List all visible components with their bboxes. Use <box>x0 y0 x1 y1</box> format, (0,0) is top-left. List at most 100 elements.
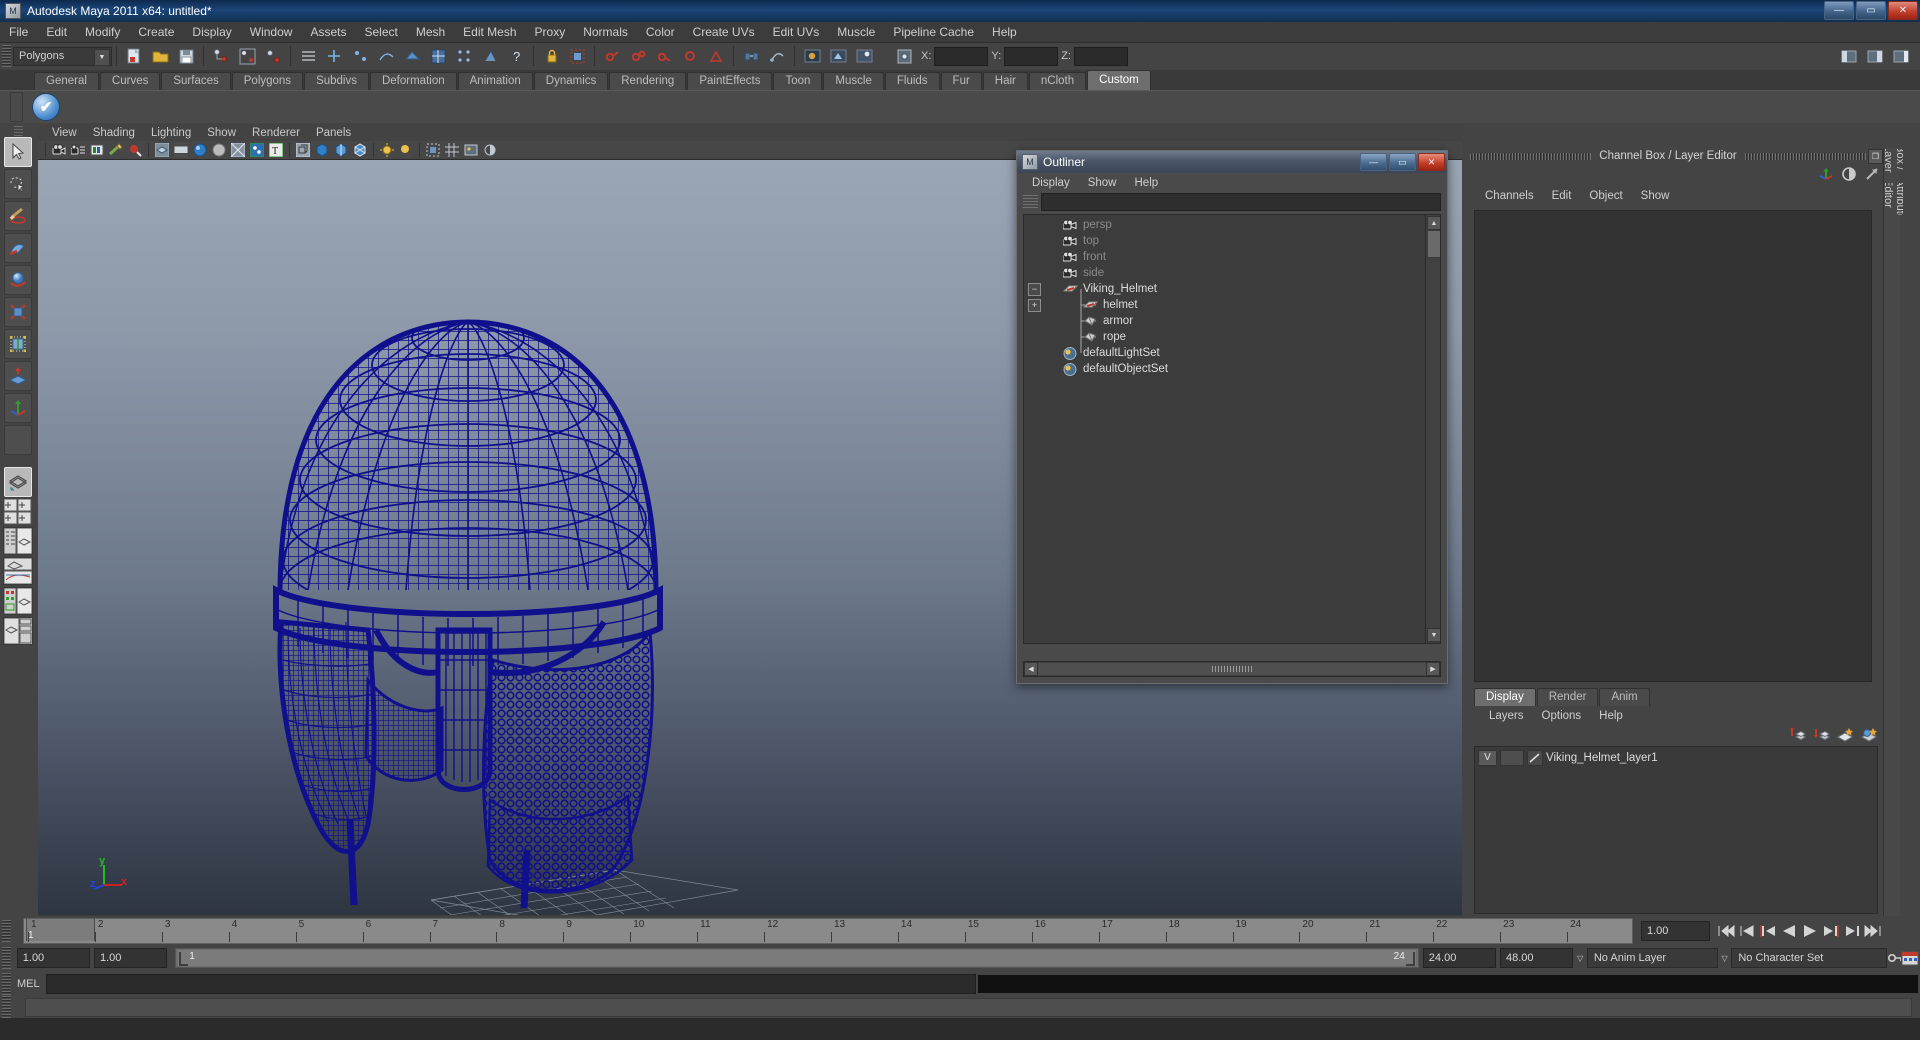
component-mask-pivot-icon[interactable] <box>426 44 450 68</box>
viewport-menu-view[interactable]: View <box>44 126 85 140</box>
range-slider[interactable]: 1 24 <box>175 948 1419 968</box>
viewport-menu-renderer[interactable]: Renderer <box>244 126 308 140</box>
layer-tab-display[interactable]: Display <box>1474 688 1536 706</box>
channel-box-menu-channels[interactable]: Channels <box>1476 189 1543 203</box>
minimize-icon[interactable]: — <box>1824 1 1854 20</box>
play-backwards-icon[interactable] <box>1779 922 1798 941</box>
command-response-field[interactable] <box>977 975 1918 993</box>
menu-window[interactable]: Window <box>241 23 302 41</box>
range-right-handle[interactable] <box>1405 952 1415 966</box>
z-input[interactable] <box>1073 46 1128 66</box>
channel-box-menu-object[interactable]: Object <box>1580 189 1631 203</box>
shelf-tab-general[interactable]: General <box>34 72 99 90</box>
move-layer-up-icon[interactable] <box>1789 726 1806 745</box>
lock-selection-icon[interactable] <box>539 44 563 68</box>
go-to-end-icon[interactable] <box>1863 922 1882 941</box>
menu-select[interactable]: Select <box>355 23 406 41</box>
menu-set-selector[interactable]: Polygons ▼ <box>13 46 112 66</box>
outliner-menu-display[interactable]: Display <box>1023 176 1079 190</box>
show-hide-channel-box-icon[interactable] <box>1889 44 1913 68</box>
panel-grip-right[interactable] <box>1744 152 1867 160</box>
shelf-tab-animation[interactable]: Animation <box>457 72 533 90</box>
camera-icon[interactable] <box>50 141 68 159</box>
time-slider[interactable]: 1 1 2 3 4 5 6 7 8 9 10 11 12 13 14 15 16 17 18 19 20 21 22 23 2… <box>23 918 1633 944</box>
layer-tab-render[interactable]: Render <box>1536 688 1599 706</box>
scroll-up-icon[interactable]: ▲ <box>1427 216 1440 230</box>
grid-toggle-icon[interactable] <box>443 141 461 159</box>
shelf-tab-deformation[interactable]: Deformation <box>369 72 457 90</box>
outliner-row-persp[interactable]: persp <box>1024 217 1426 233</box>
empty-tool-slot[interactable] <box>4 425 32 455</box>
persp-graph-layout-icon[interactable] <box>3 557 33 585</box>
shelf-button-custom[interactable]: ✔ <box>31 92 61 122</box>
shelf-tab-subdivs[interactable]: Subdivs <box>304 72 369 90</box>
move-tool-icon[interactable] <box>4 233 32 263</box>
range-row-grip[interactable] <box>2 947 11 969</box>
outliner-row-front[interactable]: front <box>1024 249 1426 265</box>
time-slider-grip[interactable] <box>2 920 11 942</box>
lighting-toggle-icon[interactable] <box>378 141 396 159</box>
outliner-tree-body[interactable]: persp top front side − Viking_Helmet + h… <box>1023 214 1441 644</box>
step-back-frame-icon[interactable] <box>1758 922 1777 941</box>
shelf-tab-hair[interactable]: Hair <box>982 72 1028 90</box>
shelf-tab-fluids[interactable]: Fluids <box>884 72 940 90</box>
menu-edit-uvs[interactable]: Edit UVs <box>764 23 829 41</box>
step-forward-frame-icon[interactable] <box>1821 922 1840 941</box>
step-forward-key-icon[interactable] <box>1842 922 1861 941</box>
half-circle-icon[interactable] <box>1841 166 1857 185</box>
show-hide-attribute-editor-icon[interactable] <box>1863 44 1887 68</box>
component-mask-faces-icon[interactable] <box>374 44 398 68</box>
outliner-row-side[interactable]: side <box>1024 265 1426 281</box>
shelf-tab-polygons[interactable]: Polygons <box>231 72 304 90</box>
menu-modify[interactable]: Modify <box>76 23 129 41</box>
input-connections-icon[interactable] <box>739 44 763 68</box>
range-left-handle[interactable] <box>179 952 189 966</box>
toolbox-grip[interactable] <box>13 126 23 136</box>
new-layer-from-selected-icon[interactable] <box>1860 726 1878 745</box>
auto-key-icon[interactable] <box>1887 950 1901 966</box>
construction-history-icon[interactable] <box>765 44 789 68</box>
menu-proxy[interactable]: Proxy <box>526 23 575 41</box>
character-set-selector[interactable]: No Character Set <box>1731 948 1887 968</box>
layer-tab-anim[interactable]: Anim <box>1599 688 1650 706</box>
shaded-cube-icon[interactable] <box>313 141 331 159</box>
outliner-row-top[interactable]: top <box>1024 233 1426 249</box>
shelf-tab-dynamics[interactable]: Dynamics <box>533 72 609 90</box>
outliner-row-default-object-set[interactable]: defaultObjectSet <box>1024 361 1426 377</box>
shelf-tab-rendering[interactable]: Rendering <box>609 72 687 90</box>
scrollbar-track[interactable] <box>1038 663 1426 675</box>
side-tab-attribute-editor[interactable]: Attribute Editor <box>1884 182 1904 216</box>
hypershade-persp-layout-icon[interactable] <box>3 587 33 615</box>
anim-layer-selector[interactable]: No Anim Layer <box>1586 948 1718 968</box>
menu-edit-mesh[interactable]: Edit Mesh <box>454 23 525 41</box>
outliner-horizontal-scrollbar[interactable]: ◀ ▶ <box>1023 661 1441 677</box>
chevron-down-icon[interactable]: ▽ <box>1718 950 1732 966</box>
layer-visibility-toggle[interactable]: V <box>1478 749 1497 766</box>
close-icon[interactable]: ✕ <box>1888 1 1918 20</box>
menu-mesh[interactable]: Mesh <box>407 23 454 41</box>
layer-menu-help[interactable]: Help <box>1590 709 1632 723</box>
float-panel-icon[interactable]: ❐ <box>1868 148 1884 164</box>
scroll-right-icon[interactable]: ▶ <box>1426 662 1440 676</box>
select-tool-icon[interactable] <box>4 137 32 167</box>
isolate-select-icon[interactable] <box>424 141 442 159</box>
select-by-component-type-icon[interactable] <box>261 44 285 68</box>
snap-to-live-icon[interactable] <box>704 44 728 68</box>
rotate-tool-icon[interactable] <box>4 265 32 295</box>
scale-tool-icon[interactable] <box>4 297 32 327</box>
smooth-shade-cube-icon[interactable] <box>332 141 350 159</box>
channel-box-menu-show[interactable]: Show <box>1632 189 1679 203</box>
layer-row[interactable]: V Viking_Helmet_layer1 <box>1478 749 1874 766</box>
camera-attributes-icon[interactable] <box>69 141 87 159</box>
viewport-menu-shading[interactable]: Shading <box>85 126 143 140</box>
menu-file[interactable]: File <box>0 23 37 41</box>
expand-expander-icon[interactable]: + <box>1028 298 1041 312</box>
layer-list[interactable]: V Viking_Helmet_layer1 <box>1474 746 1878 914</box>
shelf-tab-ncloth[interactable]: nCloth <box>1028 72 1087 90</box>
outliner-row-viking-helmet[interactable]: − Viking_Helmet <box>1024 281 1426 297</box>
outliner-search-input[interactable] <box>1041 193 1441 211</box>
animation-preferences-icon[interactable] <box>1901 950 1920 966</box>
outliner-window[interactable]: M Outliner — ▭ ✕ Display Show Help persp… <box>1016 150 1448 684</box>
x-input[interactable] <box>934 46 989 66</box>
outliner-menu-help[interactable]: Help <box>1126 176 1168 190</box>
